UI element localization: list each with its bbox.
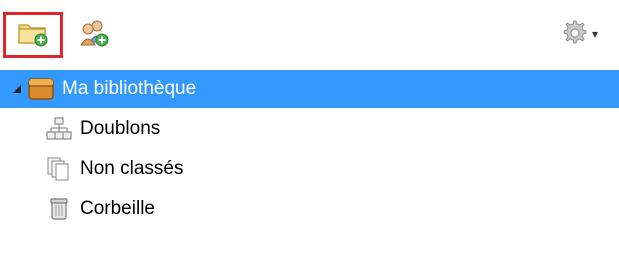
new-collection-button[interactable] bbox=[3, 12, 63, 58]
tree-item-unfiled[interactable]: Non classés bbox=[44, 150, 184, 188]
duplicates-icon bbox=[44, 114, 74, 144]
tree-item-label: Doublons bbox=[80, 118, 161, 139]
folder-add-icon bbox=[17, 19, 49, 52]
tree-item-duplicates[interactable]: Doublons bbox=[44, 110, 160, 148]
expand-arrow-icon[interactable] bbox=[8, 84, 26, 94]
tree-item-label: Non classés bbox=[80, 158, 184, 179]
dropdown-arrow-icon: ▾ bbox=[592, 27, 599, 41]
new-group-button[interactable] bbox=[74, 16, 114, 54]
tree-item-label: Corbeille bbox=[80, 198, 155, 219]
trash-icon bbox=[44, 194, 74, 224]
group-add-icon bbox=[78, 18, 110, 53]
library-icon bbox=[26, 74, 56, 104]
actions-menu-button[interactable]: ▾ bbox=[560, 14, 619, 54]
unfiled-icon bbox=[44, 154, 74, 184]
gear-icon bbox=[560, 18, 588, 51]
tree-item-label: Ma bibliothèque bbox=[62, 78, 197, 99]
tree-item-library[interactable]: Ma bibliothèque bbox=[0, 70, 619, 108]
toolbar: ▾ bbox=[0, 0, 619, 68]
tree-item-trash[interactable]: Corbeille bbox=[44, 190, 155, 228]
